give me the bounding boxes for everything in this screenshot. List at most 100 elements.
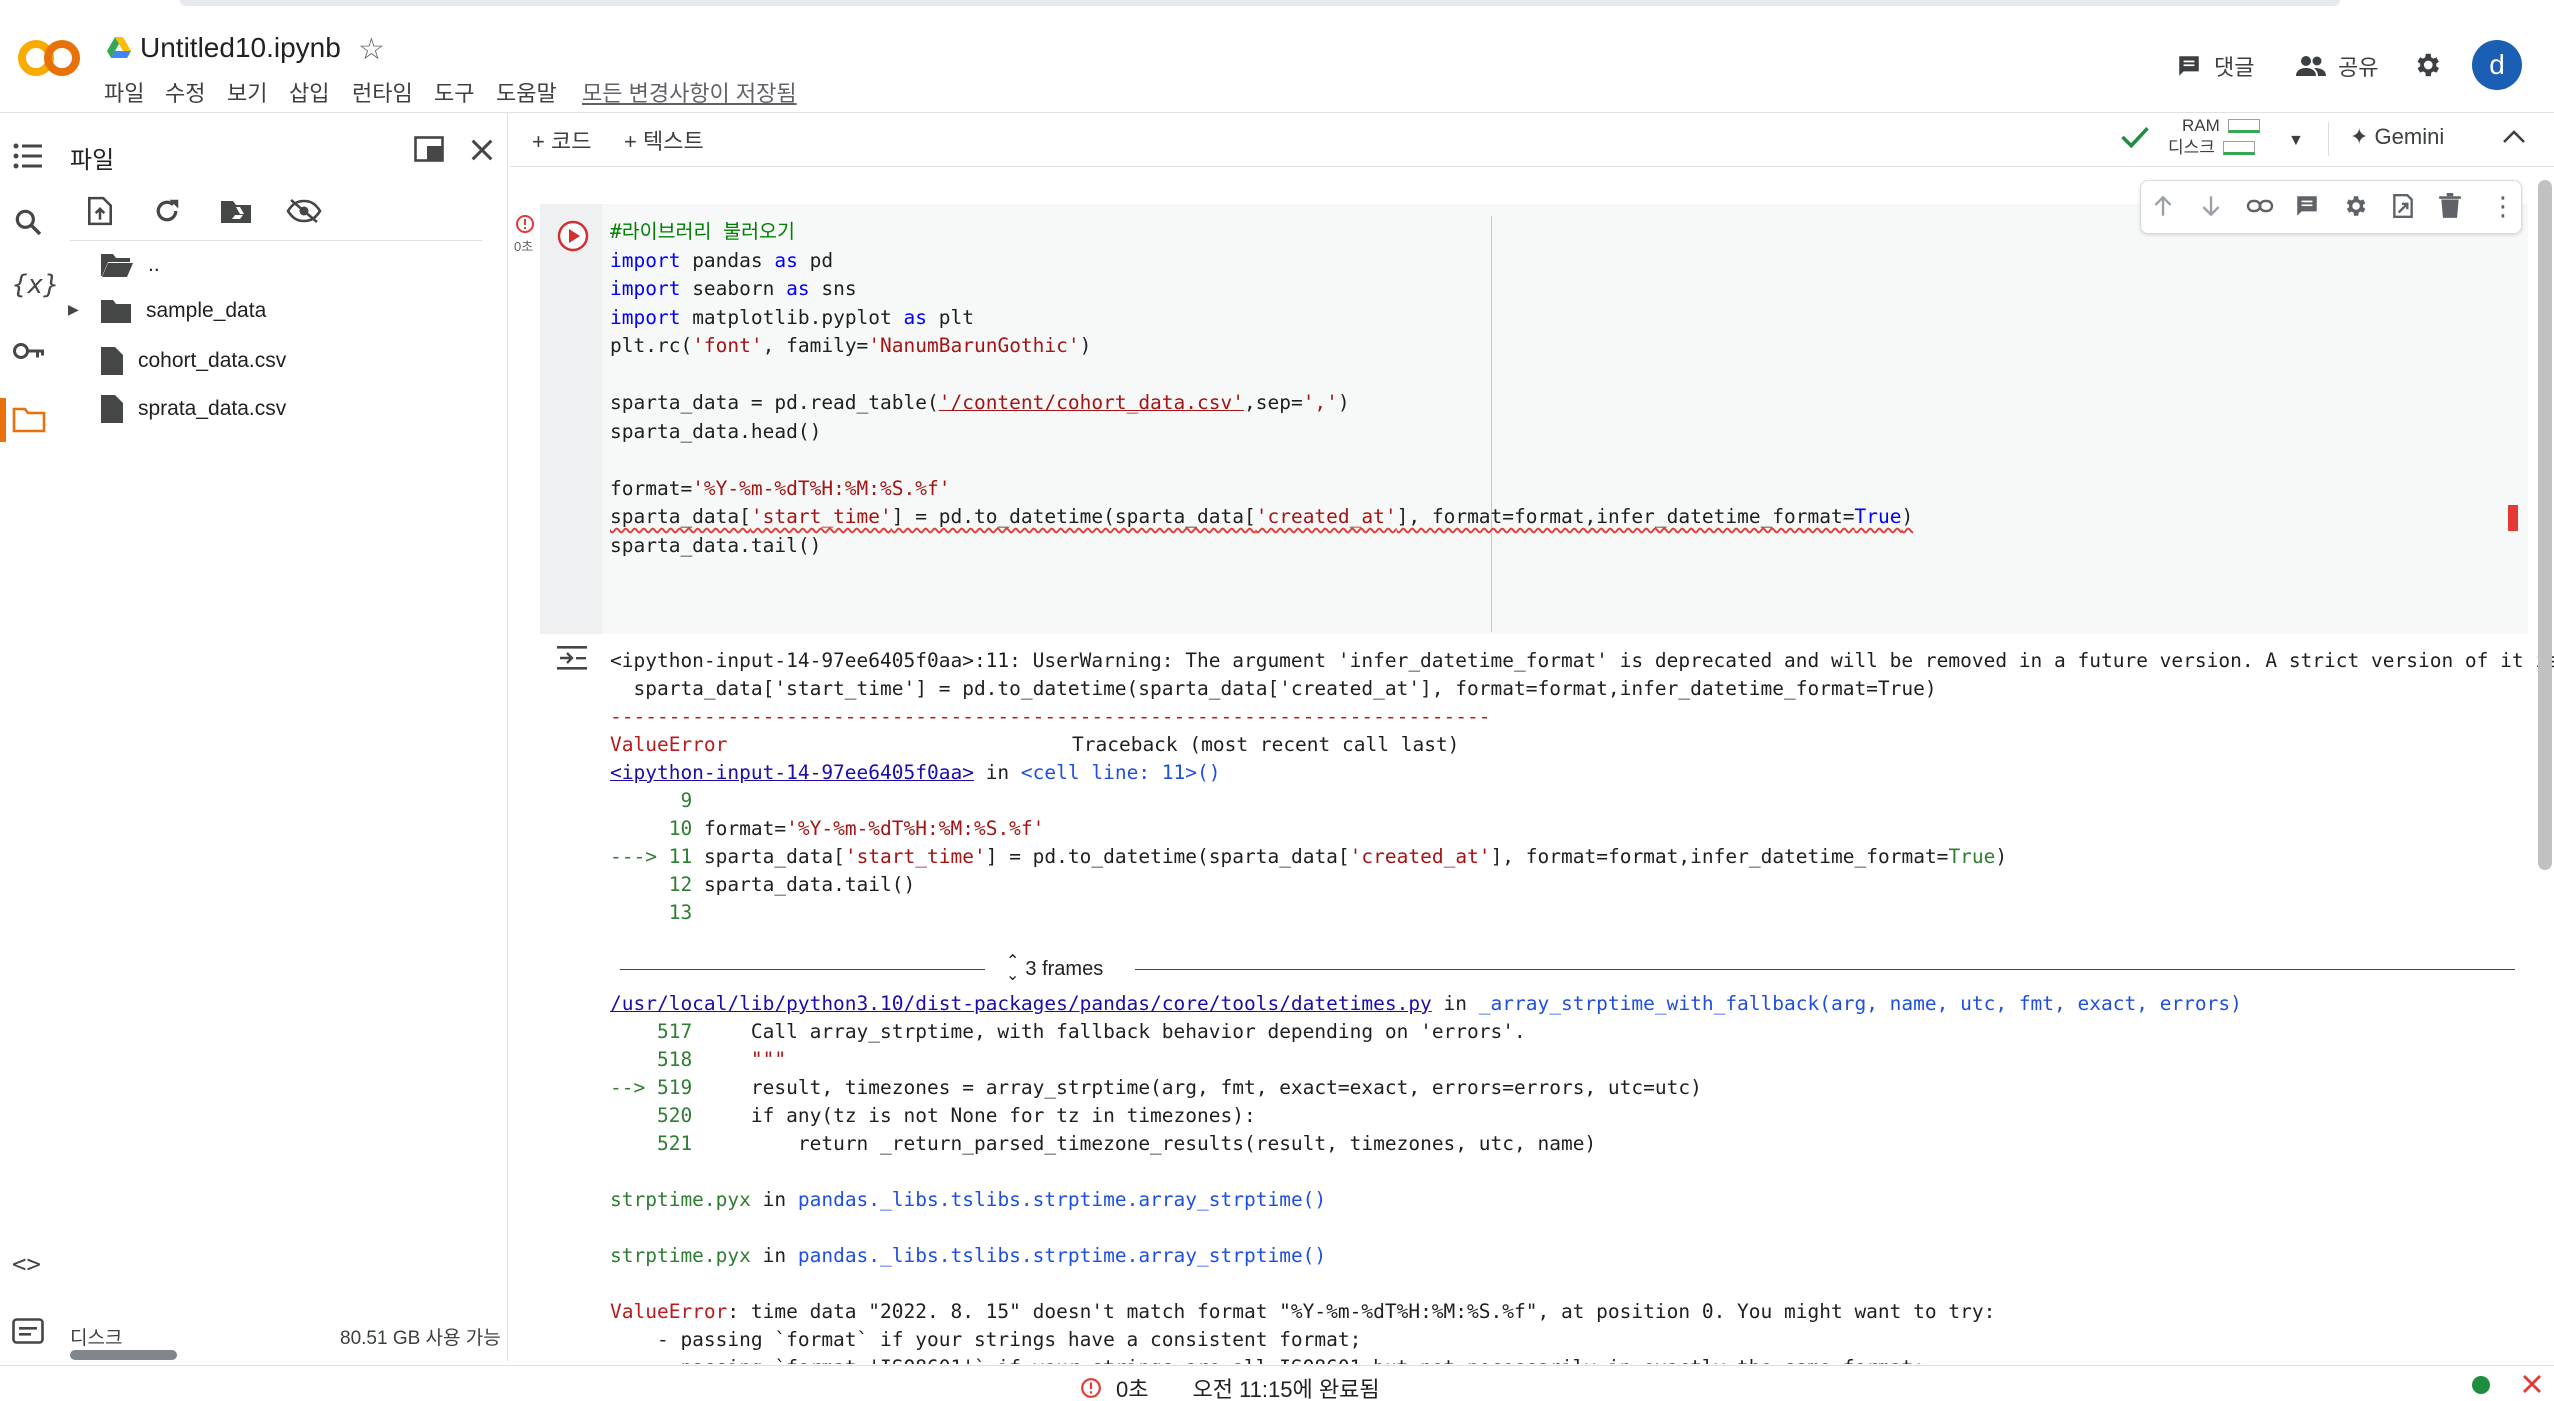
code-line-11[interactable]: sparta_data['start_time'] = pd.to_dateti…	[610, 503, 1913, 532]
error-status-icon	[515, 214, 535, 234]
menu-insert[interactable]: 삽입	[289, 76, 329, 108]
tb1-line: 12 sparta_data.tail()	[610, 871, 916, 899]
file-name: sprata_data.csv	[138, 397, 287, 420]
line-number: 12	[610, 873, 693, 896]
traceback-header: Traceback (most recent call last)	[1072, 733, 1460, 756]
search-icon[interactable]	[12, 206, 44, 238]
mirror-cell-icon[interactable]	[2390, 193, 2416, 219]
strptime-file: strptime.pyx	[610, 1188, 751, 1211]
cell-settings-gear-icon[interactable]	[2342, 193, 2368, 219]
file-row-sample-data[interactable]: sample_data	[100, 298, 266, 324]
connected-check-icon[interactable]	[2120, 124, 2150, 150]
code-cell[interactable]	[540, 204, 2528, 634]
code-line-3[interactable]: import seaborn as sns	[610, 275, 857, 304]
more-options-icon[interactable]: ⋮	[2490, 193, 2516, 219]
toolbar-divider	[510, 166, 2554, 167]
saved-status[interactable]: 모든 변경사항이 저장됨	[582, 76, 797, 108]
comment-icon	[2176, 53, 2202, 79]
code-line-1[interactable]: #라이브러리 불러오기	[610, 218, 795, 247]
colab-logo[interactable]	[18, 38, 80, 78]
account-avatar[interactable]: d	[2472, 40, 2522, 90]
star-icon[interactable]: ☆	[358, 32, 385, 67]
strptime-func: pandas._libs.tslibs.strptime.array_strpt…	[797, 1244, 1327, 1267]
hide-files-eye-icon[interactable]	[286, 198, 322, 224]
notebook-scrollbar[interactable]	[2538, 180, 2552, 870]
notebook-title[interactable]: Untitled10.ipynb	[140, 32, 341, 64]
share-button[interactable]: 공유	[2296, 50, 2378, 82]
move-down-icon[interactable]	[2198, 193, 2224, 219]
code-line-2[interactable]: import pandas as pd	[610, 247, 833, 276]
open-in-tab-icon[interactable]	[414, 136, 444, 162]
code-line-7[interactable]: sparta_data = pd.read_table('/content/co…	[610, 389, 1350, 418]
line-number: --> 519	[610, 1076, 693, 1099]
run-cell-button[interactable]	[557, 220, 589, 252]
folder-icon	[100, 298, 132, 324]
menu-tools[interactable]: 도구	[434, 76, 474, 108]
file-row-parent[interactable]: ..	[100, 252, 160, 278]
line-number: 517	[610, 1020, 693, 1043]
link-icon[interactable]	[2246, 193, 2274, 219]
code-line-10[interactable]: format='%Y-%m-%dT%H:%M:%S.%f'	[610, 475, 950, 504]
add-comment-icon[interactable]	[2294, 193, 2320, 219]
cell-exec-time: 0초	[514, 239, 534, 254]
delete-cell-icon[interactable]	[2438, 193, 2462, 219]
move-up-icon[interactable]	[2150, 193, 2176, 219]
code-line-4[interactable]: import matplotlib.pyplot as plt	[610, 304, 974, 333]
line-code: sparta_data.tail()	[703, 873, 916, 896]
file-row-sprata-data[interactable]: sprata_data.csv	[100, 394, 286, 424]
close-status-icon[interactable]	[2520, 1372, 2544, 1396]
datetimes-link[interactable]: /usr/local/lib/python3.10/dist-packages/…	[610, 992, 1432, 1015]
gemini-button[interactable]: ✦ Gemini	[2350, 124, 2444, 150]
close-icon[interactable]	[468, 136, 496, 164]
error-status-icon	[1080, 1377, 1102, 1399]
comments-button[interactable]: 댓글	[2176, 50, 2254, 82]
collapse-header-icon[interactable]	[2502, 128, 2526, 146]
output-collapse-icon[interactable]	[556, 645, 588, 671]
toolbar-separator	[2328, 122, 2329, 156]
mount-drive-icon[interactable]	[220, 198, 252, 224]
drive-icon	[106, 36, 132, 60]
status-divider	[0, 1365, 2554, 1366]
code-line-8[interactable]: sparta_data.head()	[610, 418, 821, 447]
line-number: 521	[610, 1132, 693, 1155]
table-of-contents-icon[interactable]	[12, 142, 44, 170]
code-line-12[interactable]: sparta_data.tail()	[610, 532, 821, 561]
strptime-func: pandas._libs.tslibs.strptime.array_strpt…	[797, 1188, 1327, 1211]
secrets-key-icon[interactable]	[12, 340, 46, 362]
file-row-cohort-data[interactable]: cohort_data.csv	[100, 346, 286, 376]
input-link[interactable]: <ipython-input-14-97ee6405f0aa>	[610, 761, 974, 784]
hint-line-2: - passing `format='ISO8601'` if your str…	[610, 1354, 1925, 1364]
frames-toggle[interactable]: ⌃ ⌄ 3 frames	[1006, 954, 1103, 984]
menu-view[interactable]: 보기	[227, 76, 267, 108]
upload-file-icon[interactable]	[86, 196, 114, 226]
sidebar-title: 파일	[70, 147, 115, 174]
add-text-button[interactable]: + 텍스트	[624, 124, 704, 156]
runtime-dropdown-icon[interactable]: ▼	[2288, 132, 2304, 150]
refresh-icon[interactable]	[152, 196, 182, 226]
code-snippets-icon[interactable]: <>	[12, 1250, 41, 1278]
menu-edit[interactable]: 수정	[165, 76, 205, 108]
status-exec-time: 0초	[1116, 1377, 1149, 1401]
execution-status[interactable]: 0초 오전 11:15에 완료됨	[1080, 1372, 1380, 1401]
tb2-line-current: --> 519 result, timezones = array_strpti…	[610, 1074, 1702, 1102]
traceback-location: <ipython-input-14-97ee6405f0aa> in <cell…	[610, 759, 1221, 787]
expand-caret-icon[interactable]: ▶	[68, 301, 79, 318]
final-error: ValueError: time data "2022. 8. 15" does…	[610, 1298, 1995, 1326]
share-label: 공유	[2338, 55, 2379, 80]
code-line-5[interactable]: plt.rc('font', family='NanumBarunGothic'…	[610, 332, 1091, 361]
files-folder-icon[interactable]	[12, 405, 46, 433]
line-number: 518	[610, 1048, 693, 1071]
in-word: in	[750, 1244, 798, 1267]
add-code-button[interactable]: + 코드	[532, 124, 591, 156]
menu-runtime[interactable]: 런타임	[352, 76, 413, 108]
line-code: result, timezones = array_strptime(arg, …	[703, 1076, 1702, 1099]
menu-file[interactable]: 파일	[104, 76, 144, 108]
tb1-line: 9	[610, 787, 692, 815]
resource-monitor[interactable]: RAM 디스크	[2168, 115, 2260, 159]
settings-gear-icon[interactable]	[2412, 50, 2442, 80]
line-number: 13	[610, 901, 693, 924]
command-palette-icon[interactable]	[12, 1318, 44, 1344]
line-code: sparta_data['start_time'] = pd.to_dateti…	[703, 845, 2008, 868]
variables-icon[interactable]: {x}	[12, 270, 59, 300]
menu-help[interactable]: 도움말	[496, 76, 557, 108]
